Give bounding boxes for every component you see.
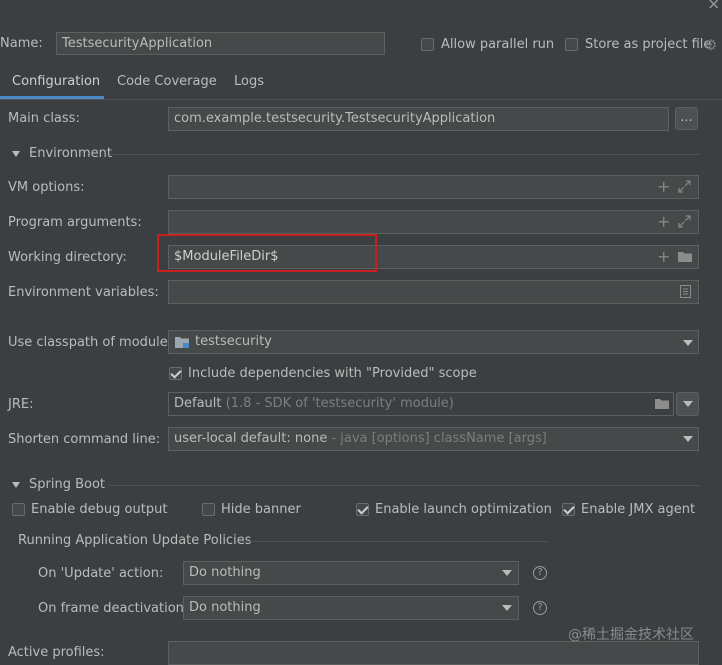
vm-options-label: VM options: bbox=[8, 180, 85, 195]
tab-code-coverage[interactable]: Code Coverage bbox=[117, 74, 217, 89]
program-arguments-label: Program arguments: bbox=[8, 215, 142, 230]
allow-parallel-label: Allow parallel run bbox=[441, 37, 555, 52]
module-folder-icon bbox=[175, 337, 189, 348]
main-class-input[interactable]: com.example.testsecurity.TestsecurityApp… bbox=[168, 107, 669, 131]
on-frame-label: On frame deactivation: bbox=[38, 601, 189, 616]
on-update-label: On 'Update' action: bbox=[38, 566, 164, 581]
debug-output-label: Enable debug output bbox=[31, 502, 168, 517]
tab-configuration[interactable]: Configuration bbox=[12, 74, 100, 89]
environment-section-label[interactable]: Environment bbox=[29, 146, 112, 161]
program-arguments-add-icon[interactable]: + bbox=[657, 214, 670, 230]
program-arguments-expand-icon[interactable] bbox=[678, 215, 691, 228]
environment-variables-input[interactable] bbox=[168, 280, 699, 304]
close-icon[interactable]: × bbox=[707, 0, 720, 13]
jre-hint: (1.8 - SDK of 'testsecurity' module) bbox=[225, 396, 454, 411]
hide-banner-checkbox[interactable] bbox=[202, 503, 215, 516]
vm-options-add-icon[interactable]: + bbox=[657, 179, 670, 195]
spring-boot-divider bbox=[108, 485, 700, 486]
environment-collapse-icon[interactable] bbox=[12, 151, 20, 157]
jmx-agent-checkbox[interactable] bbox=[562, 503, 575, 516]
launch-optimization-label: Enable launch optimization bbox=[375, 502, 552, 517]
launch-optimization-checkbox[interactable] bbox=[356, 503, 369, 516]
shorten-command-dropdown[interactable]: user-local default: none - java [options… bbox=[168, 427, 699, 451]
shorten-command-hint: - java [options] className [args] bbox=[327, 431, 547, 446]
spring-boot-section-label[interactable]: Spring Boot bbox=[29, 477, 105, 492]
include-provided-label: Include dependencies with "Provided" sco… bbox=[188, 366, 477, 381]
shorten-command-value: user-local default: none bbox=[174, 431, 328, 446]
environment-divider bbox=[110, 154, 700, 155]
name-label: Name: bbox=[0, 36, 43, 51]
jre-value: Default bbox=[174, 396, 222, 411]
shorten-command-label: Shorten command line: bbox=[8, 432, 161, 447]
spring-boot-collapse-icon[interactable] bbox=[12, 482, 20, 488]
main-class-label: Main class: bbox=[8, 111, 80, 126]
include-provided-checkbox[interactable] bbox=[169, 367, 182, 380]
chevron-down-icon[interactable] bbox=[683, 340, 693, 346]
folder-icon[interactable] bbox=[677, 251, 693, 263]
name-input[interactable]: TestsecurityApplication bbox=[56, 32, 385, 55]
jre-label: JRE: bbox=[8, 397, 34, 412]
watermark: @稀土掘金技术社区 bbox=[568, 627, 694, 643]
on-update-dropdown[interactable]: Do nothing bbox=[183, 561, 519, 585]
store-project-label: Store as project file bbox=[585, 37, 712, 52]
update-policies-divider bbox=[240, 541, 548, 542]
on-frame-dropdown[interactable]: Do nothing bbox=[183, 596, 519, 620]
jre-folder-icon[interactable] bbox=[654, 398, 670, 410]
document-icon[interactable] bbox=[680, 285, 691, 298]
classpath-dropdown[interactable]: testsecurity bbox=[168, 330, 699, 354]
program-arguments-input[interactable] bbox=[168, 210, 699, 234]
store-project-checkbox[interactable] bbox=[565, 38, 578, 51]
jmx-agent-label: Enable JMX agent bbox=[581, 502, 696, 517]
debug-output-checkbox[interactable] bbox=[12, 503, 25, 516]
on-frame-help-icon[interactable]: ? bbox=[533, 601, 547, 615]
highlight-box bbox=[157, 234, 377, 272]
vm-options-expand-icon[interactable] bbox=[678, 180, 691, 193]
on-update-help-icon[interactable]: ? bbox=[533, 566, 547, 580]
vm-options-input[interactable] bbox=[168, 175, 699, 199]
tabs-divider bbox=[0, 99, 722, 100]
on-update-chevron-down-icon[interactable] bbox=[502, 570, 512, 576]
update-policies-label: Running Application Update Policies bbox=[18, 533, 252, 548]
working-directory-label: Working directory: bbox=[8, 250, 127, 265]
environment-variables-label: Environment variables: bbox=[8, 285, 159, 300]
tab-logs[interactable]: Logs bbox=[234, 74, 264, 89]
gear-icon[interactable]: ⚙ bbox=[704, 36, 717, 54]
main-class-browse-button[interactable]: ... bbox=[675, 107, 698, 130]
active-profiles-label: Active profiles: bbox=[8, 645, 105, 660]
active-profiles-input[interactable] bbox=[168, 641, 699, 665]
classpath-label: Use classpath of module: bbox=[8, 335, 173, 350]
hide-banner-label: Hide banner bbox=[221, 502, 301, 517]
on-frame-chevron-down-icon[interactable] bbox=[502, 605, 512, 611]
allow-parallel-checkbox[interactable] bbox=[421, 38, 434, 51]
shorten-chevron-down-icon[interactable] bbox=[683, 436, 693, 442]
working-directory-add-icon[interactable]: + bbox=[657, 249, 670, 265]
jre-field[interactable]: Default (1.8 - SDK of 'testsecurity' mod… bbox=[168, 392, 674, 416]
jre-chevron-down-icon bbox=[683, 401, 693, 407]
